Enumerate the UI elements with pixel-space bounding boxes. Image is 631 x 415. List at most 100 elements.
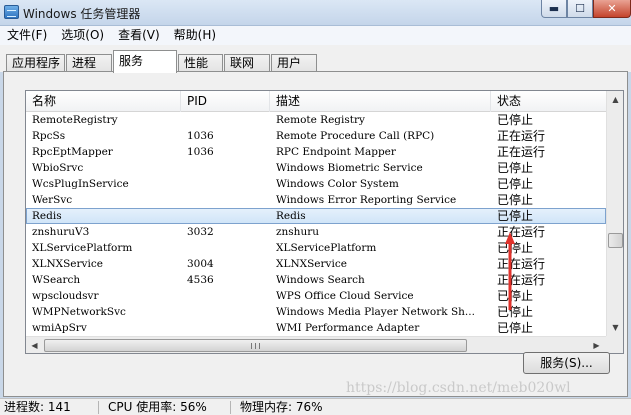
- service-status: 正在运行: [497, 273, 546, 287]
- service-row[interactable]: XLServicePlatform XLServicePlatform 已停止: [26, 240, 606, 256]
- status-bar: 进程数: 141 CPU 使用率: 56% 物理内存: 76%: [0, 398, 631, 415]
- service-row[interactable]: WcsPlugInService Windows Color System 已停止: [26, 176, 606, 192]
- tab-applications[interactable]: 应用程序: [6, 54, 65, 72]
- scroll-left-icon[interactable]: ◀: [26, 337, 43, 353]
- service-name: RpcSs: [32, 130, 66, 142]
- service-status: 已停止: [497, 113, 534, 127]
- service-name: wpscloudsvr: [32, 290, 99, 302]
- service-row[interactable]: RemoteRegistry Remote Registry 已停止: [26, 112, 606, 128]
- service-description: WPS Office Cloud Service: [276, 290, 414, 302]
- services-panel: 名称 PID 描述 状态 RemoteRegistry Remote Regist…: [3, 71, 628, 397]
- services-list[interactable]: 名称 PID 描述 状态 RemoteRegistry Remote Regist…: [25, 90, 624, 354]
- service-status: 正在运行: [497, 129, 546, 143]
- column-header-name[interactable]: 名称: [26, 91, 181, 112]
- service-status: 已停止: [497, 289, 534, 303]
- menu-file[interactable]: 文件(F): [0, 26, 54, 45]
- services-button[interactable]: 服务(S)...: [523, 352, 610, 374]
- minimize-button[interactable]: ▬: [541, 0, 567, 18]
- service-name: WerSvc: [32, 194, 73, 206]
- service-row[interactable]: RpcEptMapper 1036 RPC Endpoint Mapper 正在运行: [26, 144, 606, 160]
- service-status: 已停止: [497, 305, 534, 319]
- service-pid: 1036: [187, 130, 214, 142]
- service-rows: RemoteRegistry Remote Registry 已停止 RpcSs 103…: [26, 112, 606, 336]
- cpu-usage: CPU 使用率: 56%: [108, 400, 207, 414]
- watermark: https://blog.csdn.net/meb020wl: [346, 380, 571, 396]
- service-row[interactable]: wpscloudsvr WPS Office Cloud Service 已停止: [26, 288, 606, 304]
- column-header-description[interactable]: 描述: [270, 91, 491, 112]
- status-divider: [230, 401, 231, 414]
- scroll-grip-icon: [251, 343, 260, 349]
- scroll-up-icon[interactable]: ▲: [607, 91, 623, 108]
- service-description: Windows Color System: [276, 178, 399, 190]
- tab-strip: 应用程序 进程 服务 性能 联网 用户: [0, 45, 631, 73]
- list-header: 名称 PID 描述 状态: [26, 91, 606, 112]
- service-row[interactable]: znshuruV3 3032 znshuru 正在运行: [26, 224, 606, 240]
- service-row[interactable]: WSearch 4536 Windows Search 正在运行: [26, 272, 606, 288]
- title-bar: Windows 任务管理器 ▬ ☐ ✕: [0, 0, 631, 26]
- column-header-pid[interactable]: PID: [181, 91, 270, 112]
- service-description: znshuru: [276, 226, 319, 238]
- service-description: Redis: [276, 210, 306, 222]
- service-name: RemoteRegistry: [32, 114, 118, 126]
- service-status: 正在运行: [497, 225, 546, 239]
- service-pid: 1036: [187, 146, 214, 158]
- scroll-down-icon[interactable]: ▼: [607, 319, 623, 336]
- service-status: 已停止: [497, 177, 534, 191]
- service-status: 已停止: [497, 321, 534, 335]
- status-divider: [98, 401, 99, 414]
- service-status: 已停止: [497, 209, 534, 223]
- service-row[interactable]: WbioSrvc Windows Biometric Service 已停止: [26, 160, 606, 176]
- vertical-scroll-thumb[interactable]: [608, 233, 623, 248]
- process-count: 进程数: 141: [4, 400, 71, 414]
- horizontal-scroll-thumb[interactable]: [44, 339, 467, 352]
- service-name: WMPNetworkSvc: [32, 306, 126, 318]
- service-description: Windows Error Reporting Service: [276, 194, 457, 206]
- menu-options[interactable]: 选项(O): [54, 26, 111, 45]
- service-name: RpcEptMapper: [32, 146, 113, 158]
- tab-users[interactable]: 用户: [271, 54, 317, 72]
- service-status: 正在运行: [497, 145, 546, 159]
- tab-networking[interactable]: 联网: [224, 54, 270, 72]
- menu-help[interactable]: 帮助(H): [167, 26, 223, 45]
- service-description: Remote Registry: [276, 114, 365, 126]
- service-status: 正在运行: [497, 257, 546, 271]
- horizontal-scrollbar[interactable]: ◀ ▶: [26, 336, 606, 353]
- tab-services[interactable]: 服务: [113, 50, 177, 73]
- service-status: 已停止: [497, 241, 534, 255]
- service-description: Windows Media Player Network Sh...: [276, 306, 475, 318]
- service-name: WbioSrvc: [32, 162, 84, 174]
- service-pid: 3032: [187, 226, 214, 238]
- menu-bar: 文件(F) 选项(O) 查看(V) 帮助(H): [0, 26, 631, 45]
- task-manager-icon: [4, 5, 19, 19]
- service-row[interactable]: Redis Redis 已停止: [26, 208, 606, 224]
- close-button[interactable]: ✕: [593, 0, 631, 18]
- service-name: WSearch: [32, 274, 81, 286]
- service-name: znshuruV3: [32, 226, 90, 238]
- menu-view[interactable]: 查看(V): [111, 26, 167, 45]
- service-row[interactable]: WerSvc Windows Error Reporting Service 已停止: [26, 192, 606, 208]
- service-description: XLNXService: [276, 258, 347, 270]
- service-pid: 4536: [187, 274, 214, 286]
- tab-performance[interactable]: 性能: [178, 54, 223, 72]
- vertical-scrollbar[interactable]: ▲ ▼: [606, 91, 623, 336]
- service-description: WMI Performance Adapter: [276, 322, 420, 334]
- service-name: Redis: [32, 210, 62, 222]
- service-status: 已停止: [497, 193, 534, 207]
- service-name: XLServicePlatform: [32, 242, 133, 254]
- maximize-button[interactable]: ☐: [567, 0, 593, 18]
- service-description: XLServicePlatform: [276, 242, 377, 254]
- scroll-corner: [606, 336, 623, 353]
- service-name: XLNXService: [32, 258, 103, 270]
- service-row[interactable]: XLNXService 3004 XLNXService 正在运行: [26, 256, 606, 272]
- service-description: Windows Search: [276, 274, 365, 286]
- tab-processes[interactable]: 进程: [66, 54, 112, 72]
- service-pid: 3004: [187, 258, 214, 270]
- service-row[interactable]: WMPNetworkSvc Windows Media Player Networ…: [26, 304, 606, 320]
- service-description: Windows Biometric Service: [276, 162, 423, 174]
- memory-usage: 物理内存: 76%: [240, 400, 323, 414]
- service-name: wmiApSrv: [32, 322, 87, 334]
- service-row[interactable]: RpcSs 1036 Remote Procedure Call (RPC) 正在运行: [26, 128, 606, 144]
- column-header-status[interactable]: 状态: [491, 91, 606, 112]
- service-name: WcsPlugInService: [32, 178, 129, 190]
- service-row[interactable]: wmiApSrv WMI Performance Adapter 已停止: [26, 320, 606, 336]
